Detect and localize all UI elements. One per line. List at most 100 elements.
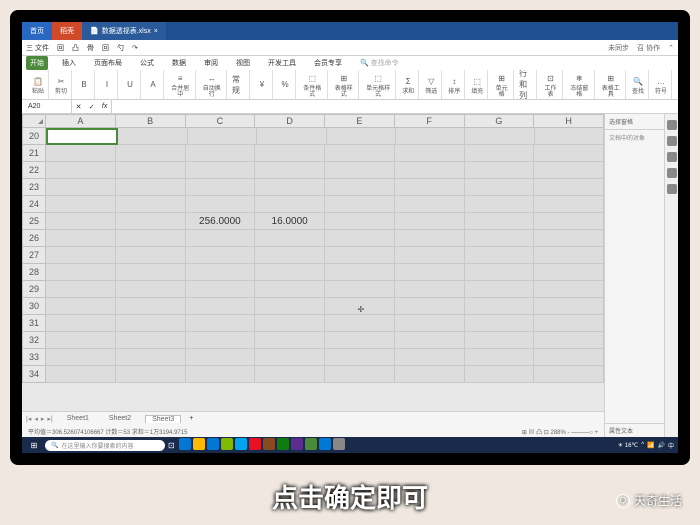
- cell[interactable]: [46, 281, 116, 298]
- cell[interactable]: [534, 315, 604, 332]
- toolbar-button[interactable]: 常规: [229, 70, 250, 99]
- sheet-tab-3[interactable]: Sheet3: [145, 415, 181, 423]
- toolbar-button[interactable]: ⊞表格工具: [597, 70, 627, 99]
- cell[interactable]: [395, 298, 465, 315]
- ribbon-tab-member[interactable]: 会员专享: [310, 56, 346, 70]
- taskbar-app-icon[interactable]: [333, 438, 345, 450]
- row-header[interactable]: 21: [22, 145, 46, 162]
- cell[interactable]: [325, 162, 395, 179]
- toolbar-button[interactable]: ⊞单元格: [490, 70, 514, 99]
- cell[interactable]: [395, 179, 465, 196]
- cell[interactable]: [255, 298, 325, 315]
- taskbar-app-icon[interactable]: [291, 438, 303, 450]
- cell[interactable]: [255, 162, 325, 179]
- cell[interactable]: [325, 196, 395, 213]
- cell[interactable]: [116, 281, 186, 298]
- taskbar-app-icon[interactable]: [179, 438, 191, 450]
- cell[interactable]: [325, 230, 395, 247]
- cell[interactable]: [534, 349, 604, 366]
- cell[interactable]: [186, 298, 256, 315]
- cell[interactable]: [325, 315, 395, 332]
- taskbar-app-icon[interactable]: [277, 438, 289, 450]
- toolbar-button[interactable]: ⊞表格样式: [330, 70, 360, 99]
- toolbar-button[interactable]: B: [74, 70, 95, 99]
- taskbar-app-icon[interactable]: [207, 438, 219, 450]
- cell[interactable]: [325, 145, 395, 162]
- weather-widget[interactable]: ☀ 16℃: [618, 442, 638, 449]
- cell[interactable]: [255, 349, 325, 366]
- cell[interactable]: [46, 179, 116, 196]
- zoom-slider[interactable]: - ———○ +: [568, 430, 598, 436]
- row-header[interactable]: 30: [22, 298, 46, 315]
- toolbar-button[interactable]: ✂剪切: [51, 70, 72, 99]
- cell[interactable]: [186, 179, 256, 196]
- taskbar-app-icon[interactable]: [235, 438, 247, 450]
- tray-up-icon[interactable]: ^: [641, 442, 644, 448]
- toolbar-button[interactable]: ⬚单元格样式: [361, 70, 396, 99]
- toolbar-button[interactable]: ⬚填充: [467, 70, 488, 99]
- cell[interactable]: [116, 179, 186, 196]
- cell[interactable]: [186, 264, 256, 281]
- cell[interactable]: [534, 179, 604, 196]
- titlebar-tab-docer[interactable]: 稻壳: [52, 22, 82, 40]
- cell[interactable]: [46, 247, 116, 264]
- ribbon-tab-formula[interactable]: 公式: [136, 56, 158, 70]
- cell[interactable]: [46, 230, 116, 247]
- column-header[interactable]: B: [116, 114, 186, 128]
- toolbar-button[interactable]: …符号: [651, 70, 672, 99]
- cell[interactable]: [325, 213, 395, 230]
- cell[interactable]: [395, 349, 465, 366]
- qa-save-icon[interactable]: 回: [102, 43, 109, 53]
- row-header[interactable]: 34: [22, 366, 46, 383]
- cell[interactable]: [465, 230, 535, 247]
- column-header[interactable]: C: [186, 114, 256, 128]
- column-header[interactable]: A: [46, 114, 116, 128]
- row-header[interactable]: 23: [22, 179, 46, 196]
- cell[interactable]: [255, 315, 325, 332]
- cell[interactable]: [395, 196, 465, 213]
- cell[interactable]: [186, 162, 256, 179]
- sheet-nav-next-icon[interactable]: ▸: [41, 415, 45, 423]
- sheet-tab-1[interactable]: Sheet1: [61, 415, 95, 422]
- cell[interactable]: [395, 281, 465, 298]
- cell[interactable]: [116, 349, 186, 366]
- cell[interactable]: [46, 332, 116, 349]
- cell[interactable]: [116, 230, 186, 247]
- cell[interactable]: [255, 264, 325, 281]
- side-tool-icon[interactable]: [667, 168, 677, 178]
- cell[interactable]: [465, 179, 535, 196]
- cell[interactable]: [186, 366, 256, 383]
- fx-confirm-icon[interactable]: ✓: [89, 103, 95, 111]
- cell[interactable]: [465, 298, 535, 315]
- cell[interactable]: [534, 281, 604, 298]
- cell[interactable]: [186, 230, 256, 247]
- row-header[interactable]: 24: [22, 196, 46, 213]
- cell[interactable]: [465, 128, 534, 145]
- zoom-level[interactable]: 288%: [551, 430, 566, 436]
- taskbar-app-icon[interactable]: [249, 438, 261, 450]
- cell[interactable]: [118, 128, 187, 145]
- toolbar-button[interactable]: I: [97, 70, 118, 99]
- spreadsheet-grid[interactable]: ABCDEFGH 202122232425256.000016.00002627…: [22, 114, 604, 411]
- cell[interactable]: [534, 332, 604, 349]
- cell[interactable]: [395, 315, 465, 332]
- row-header[interactable]: 20: [22, 128, 46, 145]
- cell[interactable]: [534, 145, 604, 162]
- ribbon-tab-view[interactable]: 视图: [232, 56, 254, 70]
- cell[interactable]: [465, 349, 535, 366]
- cell[interactable]: [46, 298, 116, 315]
- start-button[interactable]: ⊞: [26, 439, 42, 451]
- cell[interactable]: [46, 264, 116, 281]
- cell[interactable]: [325, 366, 395, 383]
- task-view-icon[interactable]: ⊡: [168, 441, 175, 450]
- cell[interactable]: [255, 332, 325, 349]
- cell[interactable]: [465, 332, 535, 349]
- toolbar-button[interactable]: A: [143, 70, 164, 99]
- ribbon-tab-layout[interactable]: 页面布局: [90, 56, 126, 70]
- cell[interactable]: [465, 196, 535, 213]
- cell[interactable]: [186, 145, 256, 162]
- cell[interactable]: [465, 145, 535, 162]
- cell[interactable]: [325, 349, 395, 366]
- cell[interactable]: [534, 213, 604, 230]
- view-icons[interactable]: ⊞ ▤ 凸 ⊡: [522, 430, 549, 436]
